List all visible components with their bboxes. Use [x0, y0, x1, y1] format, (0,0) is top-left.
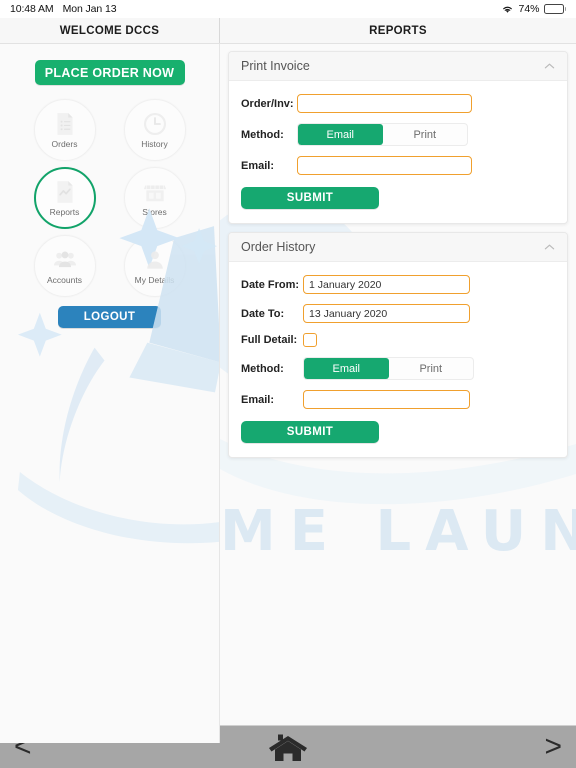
print-invoice-card-header[interactable]: Print Invoice [229, 52, 567, 81]
sidebar-item-my-details[interactable]: My Details [110, 235, 200, 297]
main-split: PLACE ORDER NOW Orders History Reports S… [0, 44, 576, 743]
wifi-icon [503, 6, 513, 13]
status-bar-right: 74% [501, 3, 566, 15]
sidebar-item-history[interactable]: History [110, 99, 200, 161]
report-cards: Print Invoice Order/Inv: Method: Email P… [220, 44, 576, 458]
invoice-method-row: Method: Email Print [241, 123, 555, 146]
order-inv-input[interactable] [297, 94, 472, 113]
sidebar-item-my-details-circle[interactable]: My Details [123, 235, 186, 297]
history-method-toggle[interactable]: Email Print [303, 357, 474, 380]
status-bar-left: 10:48 AM Mon Jan 13 [10, 3, 117, 15]
logout-button[interactable]: LOGOUT [58, 306, 161, 328]
history-email-label: Email: [241, 393, 275, 406]
storefront-icon [143, 185, 166, 202]
watermark-text: ME LAUNDRY [220, 499, 576, 564]
order-history-card: Order History Date From: Date To: [228, 232, 568, 458]
date-to-input[interactable] [303, 304, 470, 323]
sidebar-nav-grid: Orders History Reports Stores Accounts M… [20, 99, 200, 297]
full-detail-row: Full Detail: [241, 333, 555, 347]
person-icon [146, 251, 163, 269]
sidebar-item-history-circle[interactable]: History [123, 99, 186, 161]
date-from-input[interactable] [303, 275, 470, 294]
sidebar-item-reports-circle[interactable]: Reports [33, 167, 96, 229]
invoice-method-print-option[interactable]: Print [383, 124, 468, 145]
people-group-icon [53, 251, 76, 268]
print-invoice-card-body: Order/Inv: Method: Email Print Email: SU… [229, 81, 567, 223]
print-invoice-card: Print Invoice Order/Inv: Method: Email P… [228, 51, 568, 224]
chevron-up-icon[interactable] [544, 243, 555, 251]
history-method-print-option[interactable]: Print [389, 358, 474, 379]
sidebar-item-accounts[interactable]: Accounts [20, 235, 110, 297]
order-history-title: Order History [241, 240, 316, 254]
forward-button[interactable]: > [544, 732, 562, 762]
battery-icon [543, 4, 566, 14]
invoice-method-toggle[interactable]: Email Print [297, 123, 468, 146]
order-history-card-body: Date From: Date To: Full Detail: [229, 262, 567, 457]
history-method-label: Method: [241, 362, 284, 375]
date-to-label: Date To: [241, 307, 285, 320]
sidebar-item-my-details-label: My Details [134, 275, 175, 285]
sidebar-item-orders-circle[interactable]: Orders [33, 99, 96, 161]
sidebar-item-reports[interactable]: Reports [20, 167, 110, 229]
full-detail-checkbox[interactable] [303, 333, 317, 347]
print-invoice-title: Print Invoice [241, 59, 310, 73]
place-order-button[interactable]: PLACE ORDER NOW [34, 60, 185, 85]
history-email-input[interactable] [303, 390, 470, 409]
status-time: 10:48 AM [10, 3, 54, 15]
app-window: 10:48 AM Mon Jan 13 74% WELCOME DCCS REP… [0, 0, 576, 768]
sidebar-item-orders-label: Orders [51, 139, 78, 149]
status-date: Mon Jan 13 [62, 3, 117, 15]
full-detail-label: Full Detail: [241, 334, 298, 346]
sidebar: PLACE ORDER NOW Orders History Reports S… [0, 44, 220, 743]
history-submit-button[interactable]: SUBMIT [241, 421, 379, 443]
sidebar-item-stores-circle[interactable]: Stores [123, 167, 186, 229]
sidebar-item-stores[interactable]: Stores [110, 167, 200, 229]
content-pane: ME LAUNDRY Print Invoice Order/Inv: [220, 44, 576, 743]
clock-icon [143, 112, 166, 136]
sidebar-item-reports-label: Reports [49, 207, 80, 217]
history-method-row: Method: Email Print [241, 357, 555, 380]
order-inv-row: Order/Inv: [241, 94, 555, 113]
pane-header-bar: WELCOME DCCS REPORTS [0, 18, 576, 44]
invoice-email-row: Email: [241, 156, 555, 175]
sidebar-item-accounts-label: Accounts [47, 275, 82, 285]
sidebar-item-stores-label: Stores [142, 207, 167, 217]
left-pane-title: WELCOME DCCS [0, 18, 220, 43]
chevron-up-icon[interactable] [544, 62, 555, 70]
invoice-email-input[interactable] [297, 156, 472, 175]
sidebar-item-orders[interactable]: Orders [20, 99, 110, 161]
invoice-method-label: Method: [241, 128, 284, 141]
date-to-row: Date To: [241, 304, 555, 323]
right-pane-title: REPORTS [369, 24, 427, 37]
invoice-email-label: Email: [241, 159, 275, 172]
report-chart-icon [56, 181, 73, 203]
sidebar-item-history-label: History [141, 139, 168, 149]
history-method-email-option[interactable]: Email [304, 358, 389, 379]
date-from-row: Date From: [241, 275, 555, 294]
document-list-icon [56, 113, 73, 135]
status-bar: 10:48 AM Mon Jan 13 74% [0, 0, 576, 18]
home-icon[interactable] [266, 732, 310, 762]
order-history-card-header[interactable]: Order History [229, 233, 567, 262]
battery-percent: 74% [518, 3, 540, 15]
invoice-submit-button[interactable]: SUBMIT [241, 187, 379, 209]
sidebar-item-accounts-circle[interactable]: Accounts [33, 235, 96, 297]
date-from-label: Date From: [241, 278, 300, 291]
order-inv-label: Order/Inv: [241, 97, 294, 110]
history-email-row: Email: [241, 390, 555, 409]
invoice-method-email-option[interactable]: Email [298, 124, 383, 145]
